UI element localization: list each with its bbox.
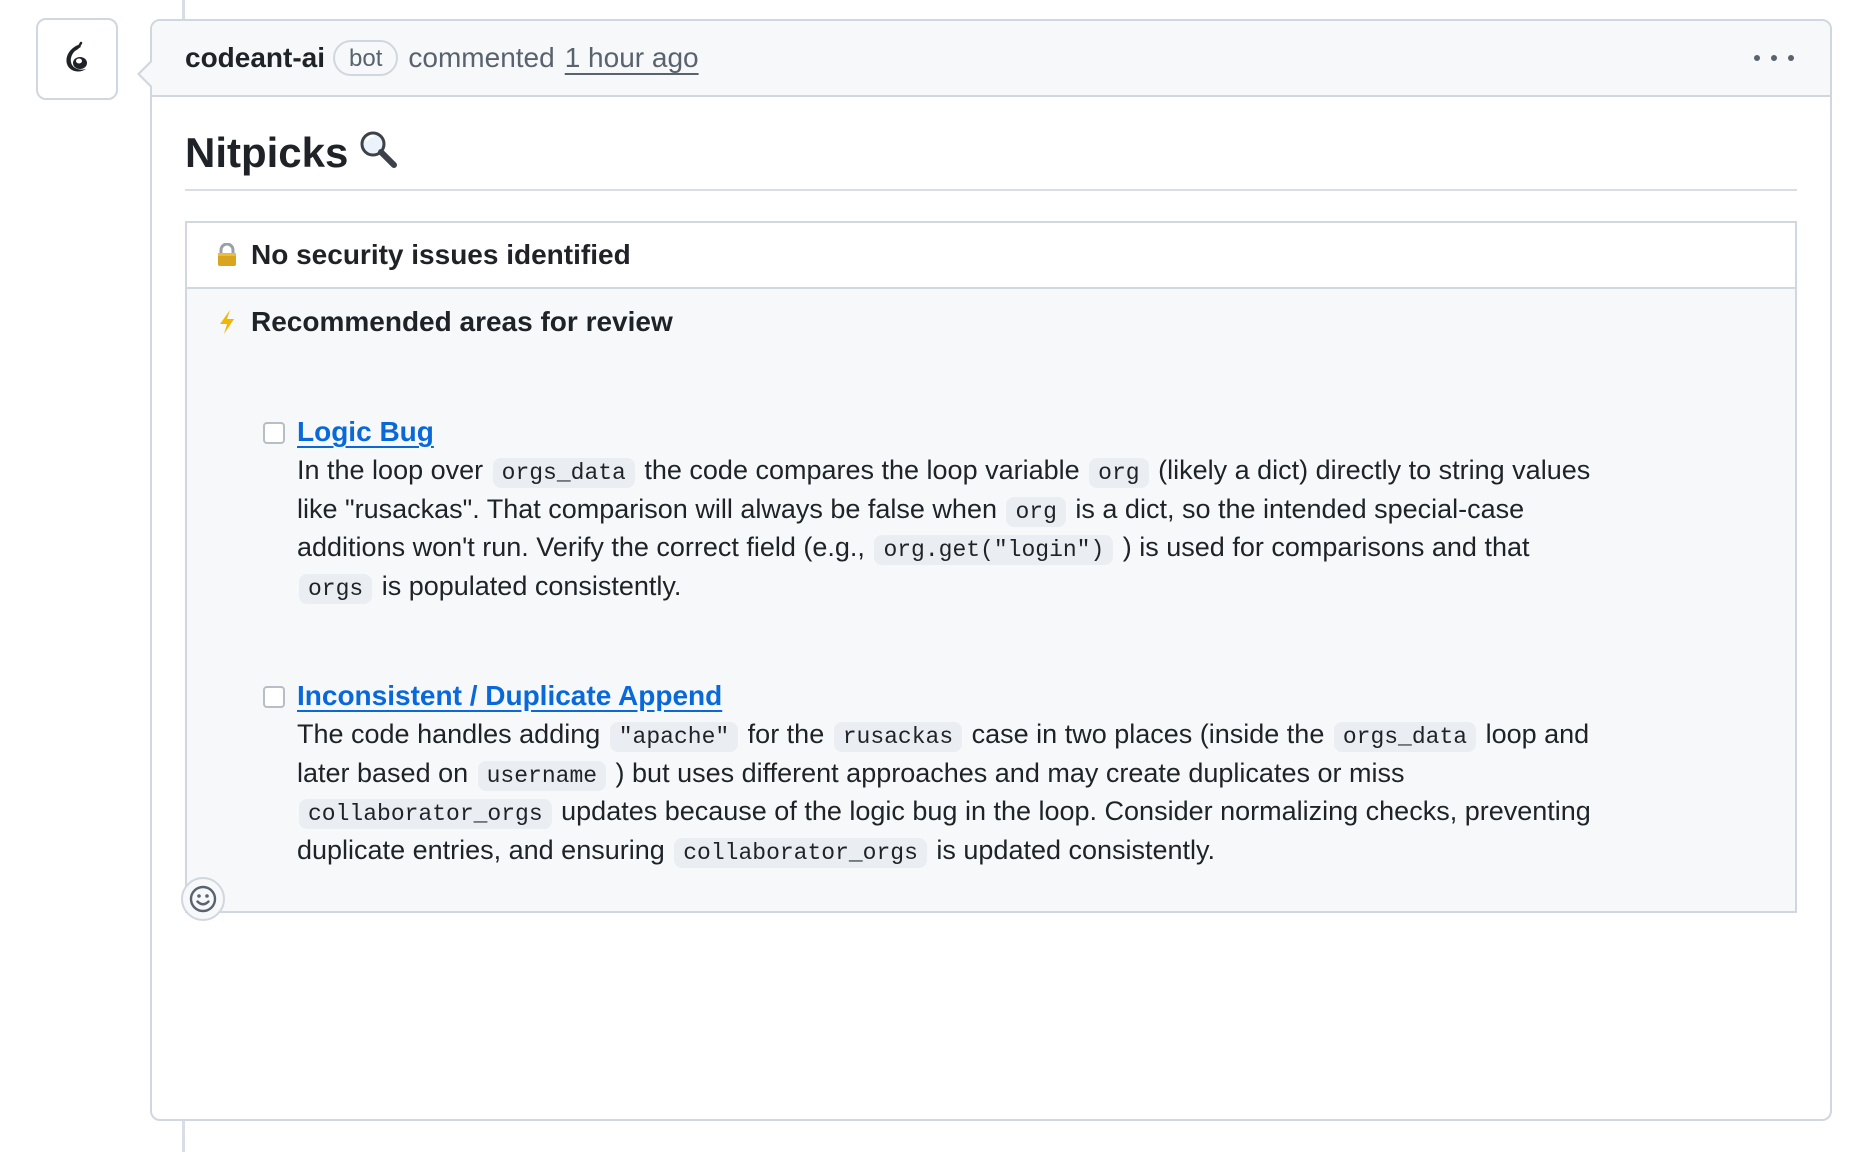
inline-code: orgs	[299, 573, 373, 604]
comment-body: Nitpicks No security issues identified R…	[152, 97, 1830, 913]
kebab-horizontal-icon[interactable]	[1754, 43, 1794, 73]
comment-action-text: commented	[408, 42, 555, 73]
inline-code: orgs_data	[1333, 722, 1477, 752]
text-segment: is populated consistently.	[374, 570, 682, 601]
smiley-icon	[189, 885, 217, 913]
text-segment: for the	[740, 719, 832, 749]
inline-code: org	[1006, 496, 1066, 527]
title-text: Nitpicks	[185, 129, 349, 176]
text-segment: is updated consistently.	[928, 834, 1216, 865]
comment-card: codeant-ai bot commented 1 hour ago Nitp…	[137, 19, 1832, 1121]
codeant-logo-icon	[66, 41, 87, 72]
inline-code: "apache"	[609, 722, 739, 752]
task-checkbox[interactable]	[263, 686, 285, 708]
author-link[interactable]: codeant-ai	[185, 42, 325, 74]
review-heading: Recommended areas for review	[215, 305, 1767, 339]
text-segment: the code compares the loop variable	[636, 455, 1088, 485]
item-title-link[interactable]: Inconsistent / Duplicate Append	[297, 675, 722, 717]
list-item: Logic Bug In the loop over orgs_data the…	[215, 411, 1767, 607]
lightning-icon	[215, 309, 239, 335]
inline-code: collaborator_orgs	[299, 799, 552, 829]
list-item: Inconsistent / Duplicate Append The code…	[215, 675, 1767, 871]
item-description: In the loop over orgs_data the code comp…	[297, 453, 1597, 607]
security-status-text: No security issues identified	[251, 239, 631, 270]
nitpicks-table: No security issues identified Recommende…	[185, 221, 1797, 913]
timestamp-link[interactable]: 1 hour ago	[565, 42, 699, 74]
add-reaction-button[interactable]	[181, 877, 225, 921]
inline-code: rusackas	[833, 722, 963, 752]
avatar[interactable]	[36, 18, 118, 100]
text-segment: In the loop over	[297, 455, 491, 485]
review-heading-text: Recommended areas for review	[251, 306, 673, 337]
text-segment: case in two places (inside the	[964, 719, 1332, 749]
lock-icon	[215, 243, 239, 267]
inline-code: orgs_data	[492, 458, 635, 488]
text-segment: The code handles adding	[297, 719, 608, 749]
text-segment: ) is used for comparisons and that	[1115, 532, 1530, 562]
magnifying-glass-icon	[358, 129, 398, 179]
item-description: The code handles adding "apache" for the…	[297, 717, 1597, 871]
text-segment: ) but uses different approaches and may …	[608, 757, 1405, 788]
task-checkbox[interactable]	[263, 422, 285, 444]
page-title: Nitpicks	[185, 97, 1797, 191]
comment-header: codeant-ai bot commented 1 hour ago	[152, 21, 1830, 97]
inline-code: org	[1089, 458, 1149, 488]
security-row: No security issues identified	[187, 223, 1795, 289]
review-row: Recommended areas for review Logic Bug I…	[187, 289, 1795, 911]
bot-badge: bot	[333, 40, 399, 76]
item-title-link[interactable]: Logic Bug	[297, 411, 434, 453]
inline-code: collaborator_orgs	[674, 837, 927, 868]
inline-code: org.get("login")	[874, 535, 1114, 565]
inline-code: username	[477, 760, 607, 791]
